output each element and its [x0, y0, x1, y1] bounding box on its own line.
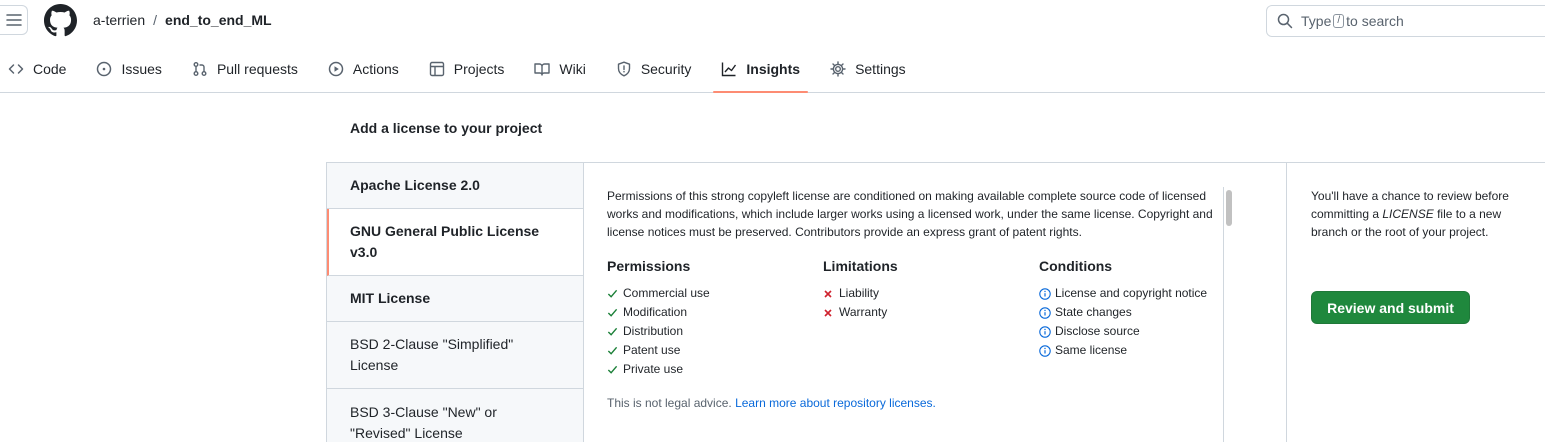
tab-label: Security — [640, 61, 692, 77]
limitations-heading: Limitations — [823, 258, 898, 274]
search-placeholder-after: to search — [1346, 13, 1404, 29]
info-icon — [1039, 287, 1055, 300]
permissions-column: Permissions Commercial use Modification … — [607, 258, 817, 379]
tab-label: Pull requests — [216, 61, 298, 77]
tab-code[interactable]: Code — [0, 52, 74, 86]
check-icon — [607, 307, 623, 318]
search-icon — [1277, 13, 1293, 29]
tab-label: Projects — [453, 61, 505, 77]
tab-label: Settings — [855, 61, 906, 77]
graph-icon — [722, 62, 737, 77]
x-icon — [823, 289, 839, 299]
license-picker-panel: Apache License 2.0 GNU General Public Li… — [326, 162, 1545, 442]
tab-issues[interactable]: Issues — [88, 52, 169, 86]
review-note-file: LICENSE — [1382, 207, 1434, 221]
license-item-mit[interactable]: MIT License — [327, 276, 583, 322]
disclaimer-text: This is not legal advice. — [607, 396, 732, 410]
check-icon — [607, 364, 623, 375]
tab-label: Actions — [352, 61, 399, 77]
check-icon — [607, 288, 623, 299]
license-item-bsd-2[interactable]: BSD 2-Clause "Simplified" License — [327, 322, 583, 389]
owner-link[interactable]: a-terrien — [93, 12, 145, 28]
permission-label: Private use — [623, 362, 684, 376]
limitation-label: Liability — [839, 286, 880, 300]
tab-security[interactable]: Security — [608, 52, 700, 86]
tab-label: Wiki — [559, 61, 586, 77]
list-item: Warranty — [823, 303, 1033, 322]
page-title: Add a license to your project — [350, 120, 543, 136]
condition-label: Same license — [1055, 343, 1128, 357]
condition-label: State changes — [1055, 305, 1132, 319]
check-icon — [607, 326, 623, 337]
license-item-gpl-v3[interactable]: GNU General Public License v3.0 — [327, 209, 583, 276]
tab-settings[interactable]: Settings — [822, 52, 914, 86]
list-item: Modification — [607, 303, 817, 322]
tab-projects[interactable]: Projects — [421, 52, 513, 86]
submit-sidebar: You'll have a chance to review before co… — [1288, 163, 1545, 442]
x-icon — [823, 308, 839, 318]
scrollbar-thumb[interactable] — [1226, 190, 1232, 226]
condition-label: Disclose source — [1055, 324, 1140, 338]
gear-icon — [830, 61, 846, 77]
search-input[interactable]: Type / to search — [1266, 5, 1545, 37]
list-item: State changes — [1039, 303, 1249, 322]
permission-label: Modification — [623, 305, 688, 319]
license-item-bsd-3[interactable]: BSD 3-Clause "New" or "Revised" License — [327, 389, 583, 442]
learn-more-link[interactable]: Learn more about repository licenses. — [735, 396, 936, 410]
tab-wiki[interactable]: Wiki — [526, 52, 593, 86]
info-icon — [1039, 306, 1055, 319]
repo-link[interactable]: end_to_end_ML — [165, 12, 272, 28]
hamburger-menu-button[interactable] — [0, 5, 28, 35]
permission-label: Distribution — [623, 324, 684, 338]
conditions-heading: Conditions — [1039, 258, 1113, 274]
tab-label: Issues — [121, 61, 162, 77]
list-item: Commercial use — [607, 284, 817, 303]
list-item: Same license — [1039, 341, 1249, 360]
info-icon — [1039, 344, 1055, 357]
review-note: You'll have a chance to review before co… — [1311, 187, 1521, 241]
tab-pull-requests[interactable]: Pull requests — [184, 52, 306, 86]
info-icon — [1039, 325, 1055, 338]
tab-actions[interactable]: Actions — [320, 52, 407, 86]
condition-label: License and copyright notice — [1055, 286, 1208, 300]
check-icon — [607, 345, 623, 356]
conditions-column: Conditions License and copyright notice … — [1039, 258, 1249, 360]
hamburger-icon — [5, 14, 22, 26]
limitations-column: Limitations Liability Warranty — [823, 258, 1033, 322]
list-item: License and copyright notice — [1039, 284, 1249, 303]
legal-disclaimer: This is not legal advice. Learn more abo… — [607, 396, 936, 410]
permission-label: Patent use — [623, 343, 681, 357]
list-item: Distribution — [607, 322, 817, 341]
pull-request-icon — [193, 62, 207, 76]
tab-label: Insights — [746, 61, 801, 77]
search-shortcut-key: / — [1333, 14, 1345, 28]
license-description: Permissions of this strong copyleft lice… — [607, 189, 1213, 239]
list-item: Patent use — [607, 341, 817, 360]
list-item: Private use — [607, 360, 817, 379]
play-icon — [328, 61, 344, 77]
license-list: Apache License 2.0 GNU General Public Li… — [327, 163, 584, 442]
breadcrumb: a-terrien / end_to_end_ML — [93, 12, 272, 28]
review-and-submit-button[interactable]: Review and submit — [1311, 291, 1470, 324]
search-placeholder-before: Type — [1301, 13, 1332, 29]
table-icon — [429, 61, 444, 77]
tab-insights[interactable]: Insights — [713, 52, 808, 93]
breadcrumb-separator: / — [153, 12, 158, 28]
permissions-heading: Permissions — [607, 258, 691, 274]
github-logo-icon[interactable] — [44, 4, 77, 37]
book-icon — [534, 63, 551, 76]
shield-icon — [617, 61, 631, 77]
issue-icon — [97, 61, 112, 77]
top-header: a-terrien / end_to_end_ML Type / to sear… — [0, 0, 1545, 44]
list-item: Liability — [823, 284, 1033, 303]
tab-label: Code — [33, 61, 67, 77]
list-item: Disclose source — [1039, 322, 1249, 341]
limitation-label: Warranty — [839, 305, 888, 319]
repo-nav-tabs: Code Issues Pull requests Actions Projec… — [0, 52, 1545, 93]
license-item-apache[interactable]: Apache License 2.0 — [327, 163, 583, 209]
permission-label: Commercial use — [623, 286, 710, 300]
license-details: Permissions of this strong copyleft lice… — [584, 163, 1287, 442]
code-icon — [8, 64, 24, 74]
